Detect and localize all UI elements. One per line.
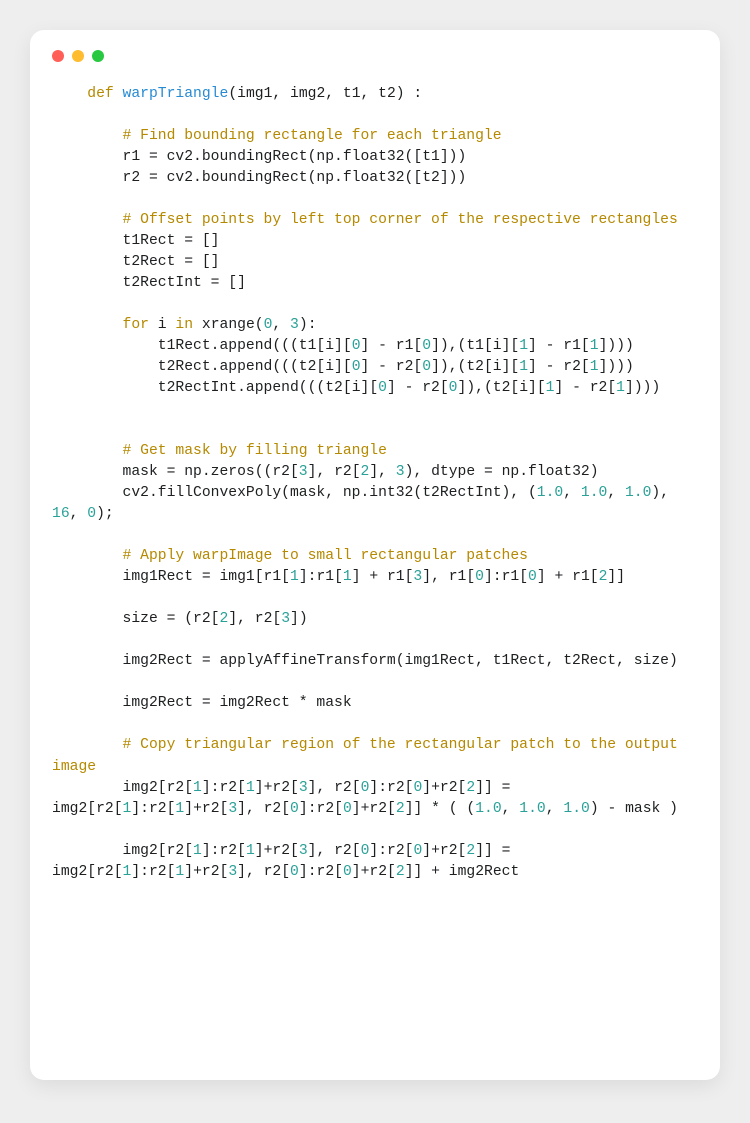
close-icon[interactable] xyxy=(52,50,64,62)
minimize-icon[interactable] xyxy=(72,50,84,62)
zoom-icon[interactable] xyxy=(92,50,104,62)
code-card: def warpTriangle(img1, img2, t1, t2) : #… xyxy=(30,30,720,1080)
window-controls xyxy=(52,50,698,62)
page: def warpTriangle(img1, img2, t1, t2) : #… xyxy=(0,0,750,1123)
code-block: def warpTriangle(img1, img2, t1, t2) : #… xyxy=(52,84,698,883)
